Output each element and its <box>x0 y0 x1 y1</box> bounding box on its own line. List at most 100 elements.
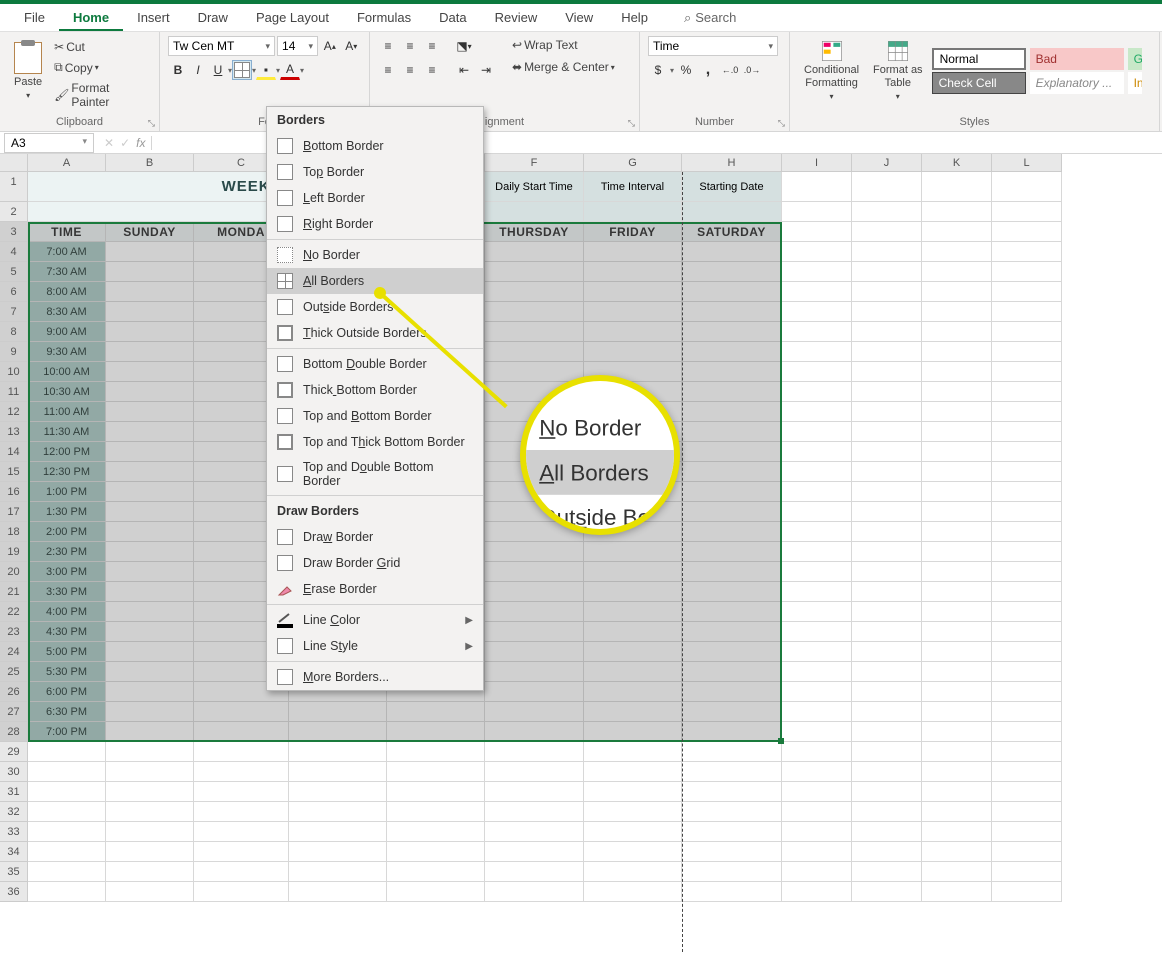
row-header-22[interactable]: 22 <box>0 602 28 622</box>
time-cell-13[interactable]: 1:30 PM <box>28 502 106 522</box>
column-header-B[interactable]: B <box>106 154 194 172</box>
merge-center-button[interactable]: ⬌Merge & Center▾ <box>508 58 619 76</box>
row-header-36[interactable]: 36 <box>0 882 28 902</box>
align-middle-button[interactable]: ≡ <box>400 36 420 56</box>
row-header-8[interactable]: 8 <box>0 322 28 342</box>
time-cell-23[interactable]: 6:30 PM <box>28 702 106 722</box>
border-option-thick-outside-borders[interactable]: Thick Outside Borders <box>267 320 483 346</box>
alignment-launcher[interactable]: ⤡ <box>628 118 635 129</box>
time-cell-3[interactable]: 8:30 AM <box>28 302 106 322</box>
row-header-35[interactable]: 35 <box>0 862 28 882</box>
clipboard-launcher[interactable]: ⤡ <box>148 118 155 129</box>
menu-insert[interactable]: Insert <box>123 4 184 31</box>
border-option-more-borders-[interactable]: More Borders... <box>267 664 483 690</box>
row-header-13[interactable]: 13 <box>0 422 28 442</box>
menu-review[interactable]: Review <box>481 4 552 31</box>
row-header-30[interactable]: 30 <box>0 762 28 782</box>
day-header-6[interactable]: FRIDAY <box>584 222 682 242</box>
row-header-15[interactable]: 15 <box>0 462 28 482</box>
row-header-11[interactable]: 11 <box>0 382 28 402</box>
day-header-5[interactable]: THURSDAY <box>485 222 584 242</box>
row-header-14[interactable]: 14 <box>0 442 28 462</box>
time-cell-5[interactable]: 9:30 AM <box>28 342 106 362</box>
menu-draw[interactable]: Draw <box>184 4 242 31</box>
align-top-button[interactable]: ≡ <box>378 36 398 56</box>
border-option-top-and-double-bottom-border[interactable]: Top and Double Bottom Border <box>267 455 483 493</box>
time-cell-18[interactable]: 4:00 PM <box>28 602 106 622</box>
column-header-A[interactable]: A <box>28 154 106 172</box>
row-header-2[interactable]: 2 <box>0 202 28 222</box>
time-cell-15[interactable]: 2:30 PM <box>28 542 106 562</box>
row-header-4[interactable]: 4 <box>0 242 28 262</box>
row-header-34[interactable]: 34 <box>0 842 28 862</box>
row-header-27[interactable]: 27 <box>0 702 28 722</box>
time-cell-19[interactable]: 4:30 PM <box>28 622 106 642</box>
time-cell-22[interactable]: 6:00 PM <box>28 682 106 702</box>
name-box[interactable]: A3▾ <box>4 133 94 153</box>
row-header-23[interactable]: 23 <box>0 622 28 642</box>
time-cell-6[interactable]: 10:00 AM <box>28 362 106 382</box>
time-cell-10[interactable]: 12:00 PM <box>28 442 106 462</box>
menu-help[interactable]: Help <box>607 4 662 31</box>
fill-color-button[interactable]: 🞍 <box>256 60 276 80</box>
time-cell-4[interactable]: 9:00 AM <box>28 322 106 342</box>
row-header-26[interactable]: 26 <box>0 682 28 702</box>
font-name-select[interactable]: Tw Cen MT <box>168 36 275 56</box>
row-header-20[interactable]: 20 <box>0 562 28 582</box>
column-header-I[interactable]: I <box>782 154 852 172</box>
border-option-erase-border[interactable]: Erase Border <box>267 576 483 602</box>
row-header-28[interactable]: 28 <box>0 722 28 742</box>
row-header-25[interactable]: 25 <box>0 662 28 682</box>
cut-button[interactable]: ✂Cut <box>50 38 151 56</box>
decrease-font-button[interactable]: A▾ <box>342 36 361 56</box>
row-header-1[interactable]: 1 <box>0 172 28 202</box>
time-cell-9[interactable]: 11:30 AM <box>28 422 106 442</box>
row-header-31[interactable]: 31 <box>0 782 28 802</box>
increase-decimal-button[interactable]: ←.0 <box>720 60 740 80</box>
font-size-select[interactable]: 14 <box>277 36 318 56</box>
copy-button[interactable]: ⧉Copy▾ <box>50 58 151 77</box>
number-format-select[interactable]: Time <box>648 36 778 56</box>
align-center-button[interactable]: ≡ <box>400 60 420 80</box>
header2-1[interactable]: Time Interval <box>584 172 682 202</box>
decrease-indent-button[interactable]: ⇤ <box>454 60 474 80</box>
time-cell-17[interactable]: 3:30 PM <box>28 582 106 602</box>
style-normal[interactable]: Normal <box>932 48 1026 70</box>
time-cell-8[interactable]: 11:00 AM <box>28 402 106 422</box>
wrap-text-button[interactable]: ↩Wrap Text <box>508 36 619 54</box>
format-painter-button[interactable]: 🖌Format Painter <box>50 79 151 111</box>
align-right-button[interactable]: ≡ <box>422 60 442 80</box>
border-option-thick-bottom-border[interactable]: Thick Bottom Border <box>267 377 483 403</box>
row-header-9[interactable]: 9 <box>0 342 28 362</box>
menu-file[interactable]: File <box>10 4 59 31</box>
cancel-formula-icon[interactable]: ✕ <box>104 136 114 150</box>
style-input[interactable]: In <box>1128 72 1142 94</box>
row-header-33[interactable]: 33 <box>0 822 28 842</box>
column-header-K[interactable]: K <box>922 154 992 172</box>
format-as-table-button[interactable]: Format as Table▾ <box>867 36 929 106</box>
style-good[interactable]: G <box>1128 48 1142 70</box>
time-cell-1[interactable]: 7:30 AM <box>28 262 106 282</box>
conditional-formatting-button[interactable]: Conditional Formatting▾ <box>798 36 865 106</box>
border-option-line-style[interactable]: Line Style▶ <box>267 633 483 659</box>
font-color-button[interactable]: A <box>280 60 300 80</box>
menu-data[interactable]: Data <box>425 4 480 31</box>
comma-button[interactable]: , <box>698 60 718 80</box>
row-header-24[interactable]: 24 <box>0 642 28 662</box>
row-header-16[interactable]: 16 <box>0 482 28 502</box>
decrease-decimal-button[interactable]: .0→ <box>742 60 762 80</box>
border-option-right-border[interactable]: Right Border <box>267 211 483 237</box>
day-header-7[interactable]: SATURDAY <box>682 222 782 242</box>
border-option-draw-border[interactable]: Draw Border <box>267 524 483 550</box>
row-header-21[interactable]: 21 <box>0 582 28 602</box>
time-cell-0[interactable]: 7:00 AM <box>28 242 106 262</box>
border-option-top-and-bottom-border[interactable]: Top and Bottom Border <box>267 403 483 429</box>
style-check-cell[interactable]: Check Cell <box>932 72 1026 94</box>
menu-page-layout[interactable]: Page Layout <box>242 4 343 31</box>
align-left-button[interactable]: ≡ <box>378 60 398 80</box>
time-cell-14[interactable]: 2:00 PM <box>28 522 106 542</box>
style-bad[interactable]: Bad <box>1030 48 1124 70</box>
border-option-top-and-thick-bottom-border[interactable]: Top and Thick Bottom Border <box>267 429 483 455</box>
column-header-G[interactable]: G <box>584 154 682 172</box>
time-cell-2[interactable]: 8:00 AM <box>28 282 106 302</box>
